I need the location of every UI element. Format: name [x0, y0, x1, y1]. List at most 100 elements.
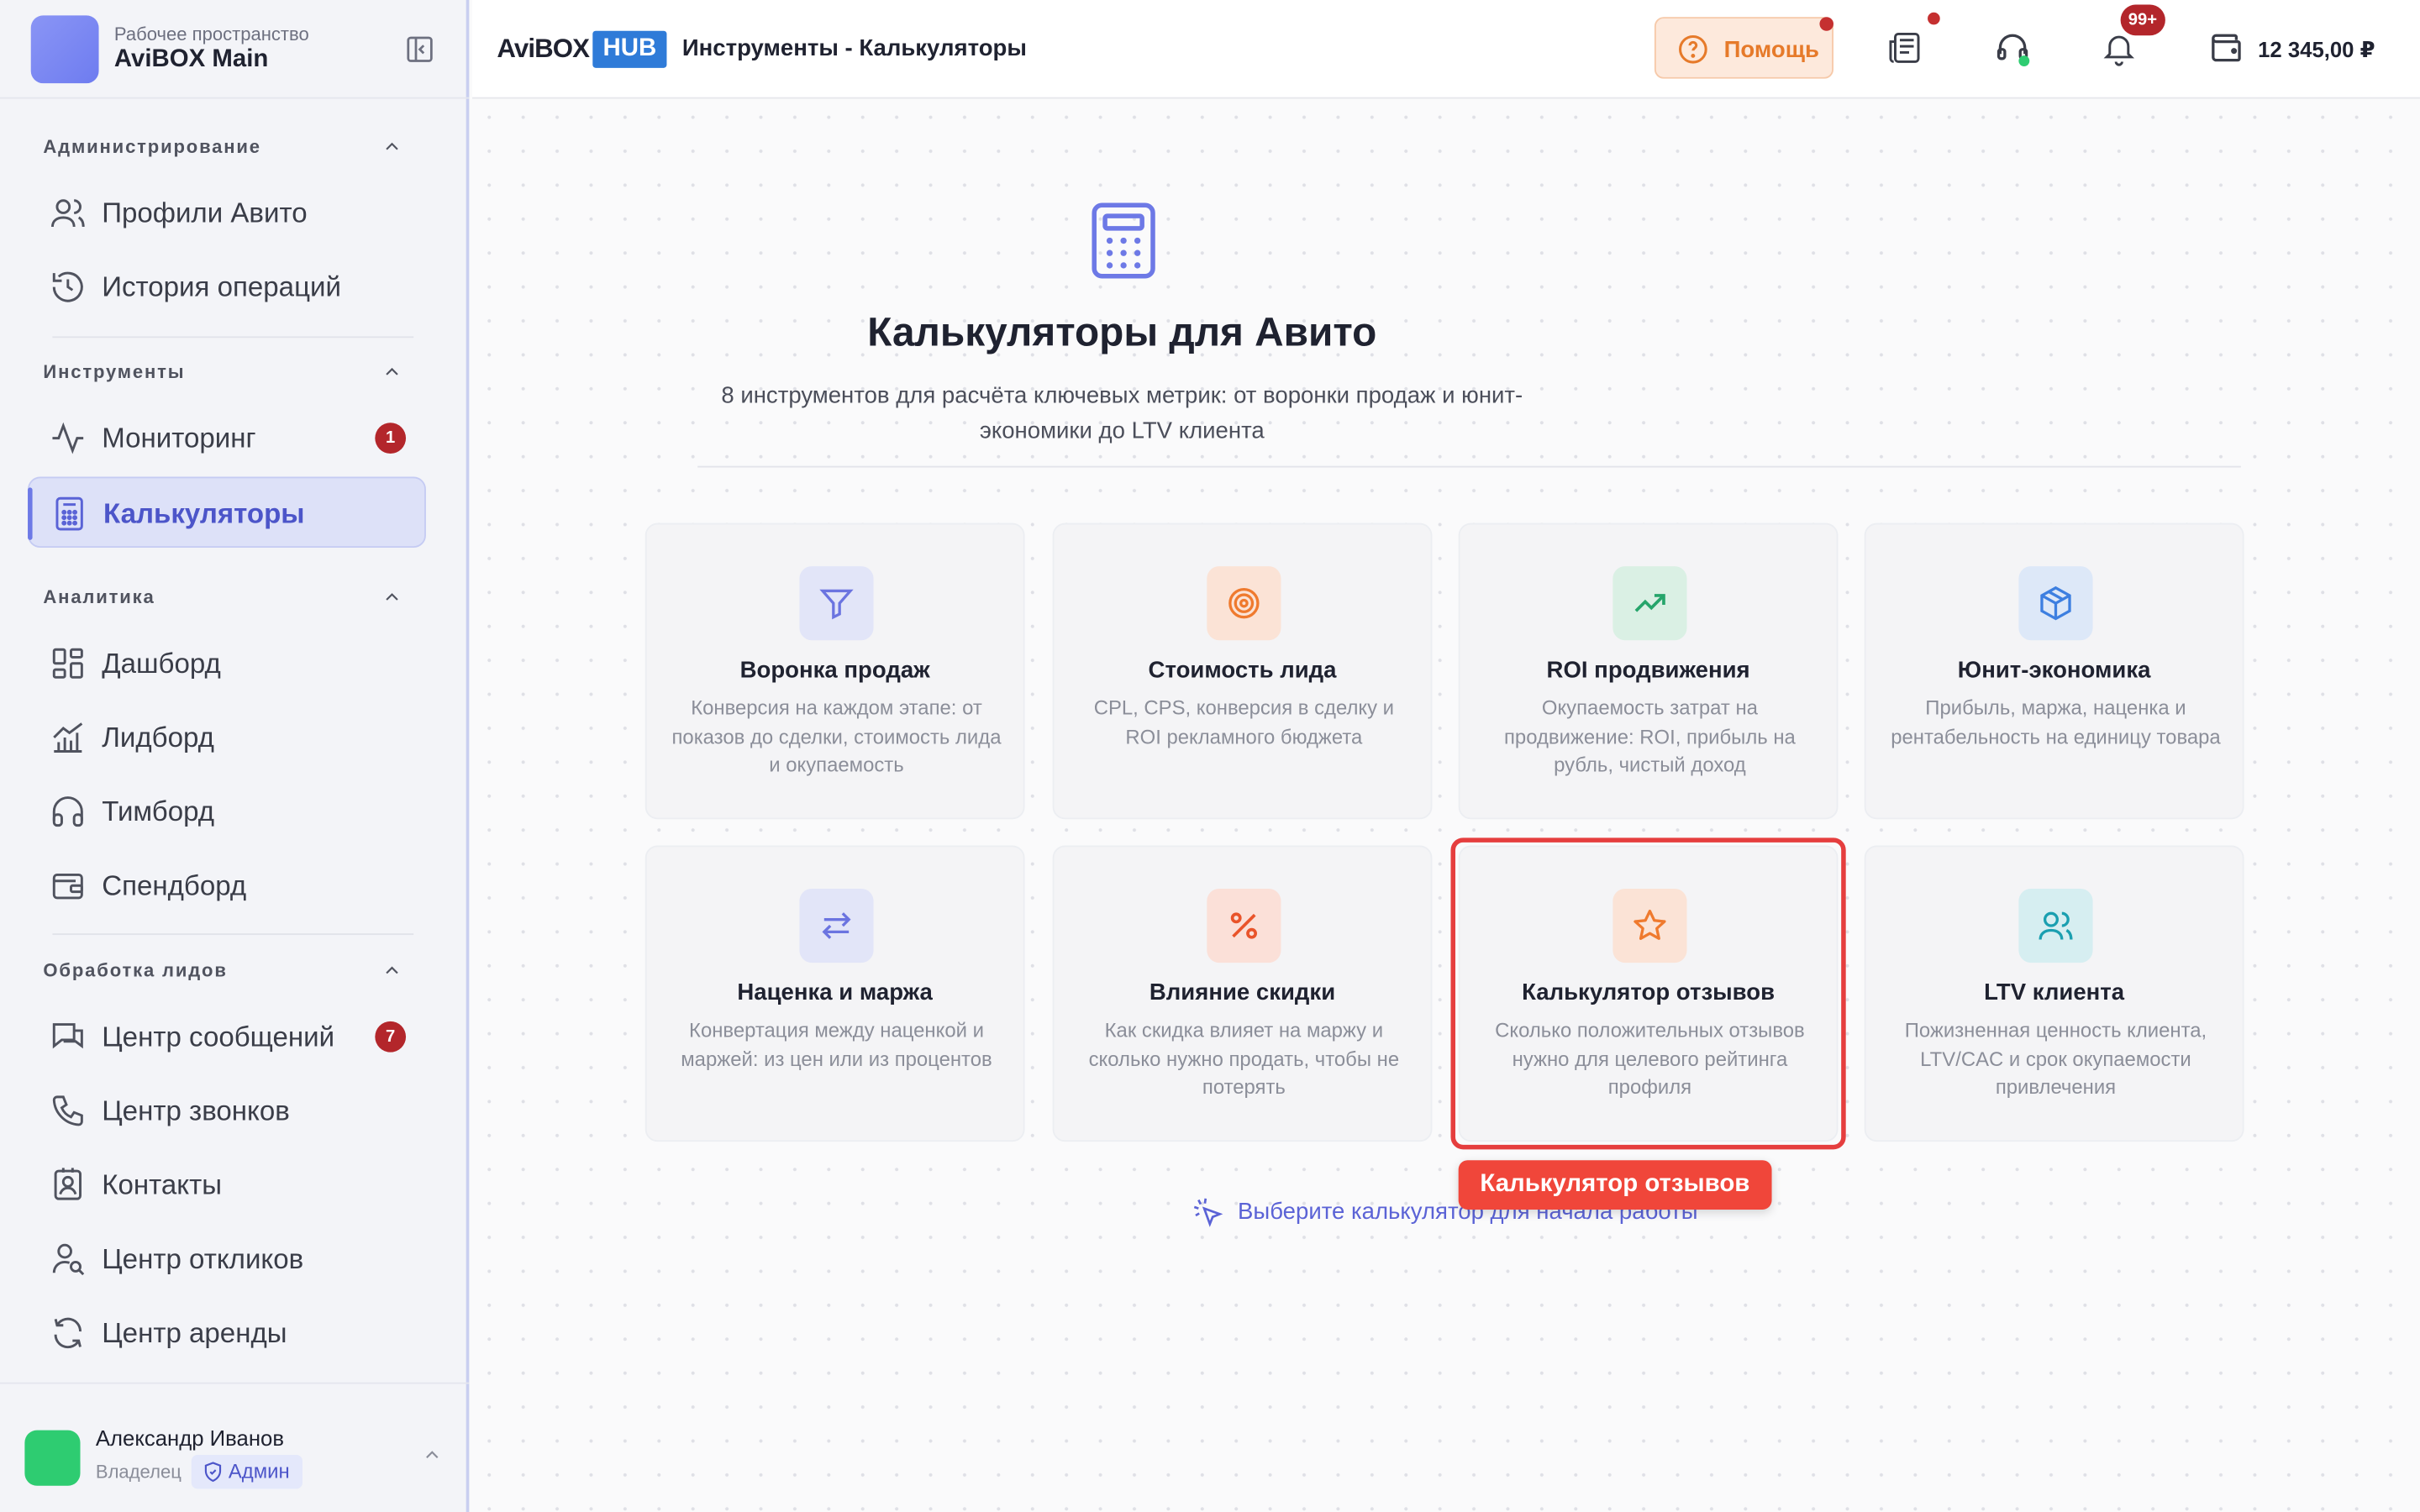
divider	[697, 465, 2241, 468]
sidebar-item-dashboard[interactable]: Дашборд	[28, 628, 426, 699]
user-menu[interactable]: Александр Иванов Владелец Админ	[0, 1382, 470, 1512]
sidebar-item-leadboard[interactable]: Лидборд	[28, 702, 426, 773]
sidebar-item-label: Центр звонков	[102, 1095, 290, 1126]
section-title-tools: Инструменты	[43, 360, 186, 383]
card-description: Как скидка влияет на маржу и сколько нуж…	[1088, 1018, 1400, 1099]
card-description: Окупаемость затрат на продвижение: ROI, …	[1504, 696, 1796, 776]
card-title: Стоимость лида	[1148, 657, 1337, 684]
balance[interactable]: 12 345,00 ₽	[2258, 37, 2375, 63]
chevron-up-icon[interactable]	[381, 361, 403, 383]
notification-badge: 1	[375, 423, 407, 454]
card-description: CPL, CPS, конверсия в сделку и ROI рекла…	[1093, 696, 1395, 748]
question-icon	[1679, 34, 1707, 64]
card-icon-wrapper	[1207, 566, 1281, 641]
top-header: AviBOX HUB Инструменты - Калькуляторы По…	[472, 0, 2420, 99]
sidebar-item-responses[interactable]: Центр откликов	[28, 1224, 426, 1294]
workspace-name: AviBOX Main	[113, 46, 269, 73]
online-dot	[2018, 55, 2030, 66]
sidebar-item-label: Дашборд	[102, 648, 221, 680]
sidebar-item-messages[interactable]: Центр сообщений 7	[28, 1001, 426, 1072]
sidebar-item-label: Центр откликов	[102, 1243, 304, 1275]
calculator-card-unit-economics[interactable]: Юнит-экономика Прибыль, маржа, наценка и…	[1864, 522, 2244, 820]
sidebar-item-calculators[interactable]: Калькуляторы	[28, 476, 426, 549]
phone-icon	[52, 1095, 83, 1126]
sidebar-item-label: Центр сообщений	[102, 1021, 335, 1053]
sidebar-item-monitoring[interactable]: Мониторинг 1	[28, 402, 426, 473]
sidebar-item-label: Лидборд	[102, 722, 214, 753]
sidebar-item-spendboard[interactable]: Спендборд	[28, 850, 426, 921]
breadcrumb: Инструменты - Калькуляторы	[681, 35, 1027, 62]
role-badge-label: Админ	[228, 1459, 290, 1483]
trending-up-icon	[1634, 594, 1665, 612]
card-description: Пожизненная ценность клиента, LTV/CAC и …	[1904, 1018, 2207, 1099]
users-icon	[50, 199, 85, 228]
focus-highlight	[1450, 837, 1846, 1150]
avatar	[24, 1430, 81, 1486]
sidebar-item-contacts[interactable]: Контакты	[28, 1149, 426, 1220]
messages-icon	[52, 1023, 83, 1049]
sidebar-item-label: Тимборд	[102, 795, 215, 827]
notifications-badge: 99+	[2120, 4, 2165, 36]
calculator-card-roi[interactable]: ROI продвижения Окупаемость затрат на пр…	[1458, 522, 1839, 820]
sidebar-item-label: Контакты	[102, 1169, 223, 1200]
notification-dot	[1819, 17, 1833, 31]
sidebar-item-operation-history[interactable]: История операций	[28, 251, 426, 322]
filter-icon	[819, 589, 854, 620]
wallet-icon[interactable]	[2208, 29, 2245, 66]
card-description: Конверсия на каждом этапе: от показов до…	[671, 696, 1002, 776]
card-icon-wrapper	[799, 888, 874, 963]
sidebar-collapse-icon[interactable]	[404, 34, 435, 65]
user-name: Александр Иванов	[95, 1425, 285, 1451]
sidebar-item-label: Мониторинг	[102, 423, 256, 454]
workspace-switcher[interactable]: Рабочее пространство AviBOX Main	[0, 0, 470, 99]
sidebar-item-label: Спендборд	[102, 869, 247, 901]
logo-text: AviBOX	[497, 34, 590, 64]
refresh-icon	[54, 1317, 82, 1349]
role-badge: Админ	[191, 1455, 302, 1489]
help-button[interactable]: Помощь	[1654, 17, 1833, 79]
card-title: Влияние скидки	[1149, 979, 1336, 1006]
cursor-click-icon	[1193, 1198, 1223, 1227]
chevron-up-icon[interactable]	[381, 959, 403, 981]
divider	[52, 336, 414, 339]
chevron-up-icon[interactable]	[421, 1444, 443, 1466]
workspace-subtitle: Рабочее пространство	[113, 23, 309, 45]
sidebar-item-rental[interactable]: Центр аренды	[28, 1298, 426, 1368]
workspace-logo	[30, 15, 99, 84]
sidebar-item-label: Профили Авито	[102, 197, 308, 228]
user-search-icon	[52, 1243, 85, 1276]
shield-icon	[204, 1462, 222, 1483]
help-label: Помощь	[1723, 37, 1819, 64]
logo-badge: HUB	[592, 30, 667, 68]
card-icon-wrapper	[1207, 888, 1281, 963]
arrows-icon	[822, 912, 851, 939]
history-icon	[52, 271, 83, 302]
calculator-card-discount[interactable]: Влияние скидки Как скидка влияет на марж…	[1052, 845, 1433, 1142]
sidebar-item-label: Калькуляторы	[103, 498, 305, 529]
calculator-card-sales-funnel[interactable]: Воронка продаж Конверсия на каждом этапе…	[644, 522, 1025, 820]
target-icon	[1228, 587, 1260, 619]
news-icon[interactable]	[1886, 29, 1923, 66]
notification-badge: 7	[375, 1021, 407, 1053]
sidebar-item-avito-profiles[interactable]: Профили Авито	[28, 177, 426, 248]
sidebar-item-label: История операций	[102, 271, 341, 302]
tooltip: Калькулятор отзывов	[1458, 1160, 1772, 1210]
calculator-card-markup-margin[interactable]: Наценка и маржа Конвертация между наценк…	[644, 845, 1025, 1142]
calculator-card-lead-cost[interactable]: Стоимость лида CPL, CPS, конверсия в сде…	[1052, 522, 1433, 820]
chevron-up-icon[interactable]	[381, 586, 403, 608]
section-title-admin: Администрирование	[43, 135, 261, 158]
users-icon	[2039, 911, 2073, 940]
page-subtitle: 8 инструментов для расчёта ключевых метр…	[721, 382, 1523, 444]
percent-icon	[1230, 912, 1257, 939]
card-icon-wrapper	[2018, 888, 2093, 963]
card-title: Юнит-экономика	[1957, 657, 2151, 684]
chevron-up-icon[interactable]	[381, 136, 403, 158]
box-icon	[2040, 585, 2071, 621]
sidebar-item-teamboard[interactable]: Тимборд	[28, 776, 426, 847]
main-content: Калькуляторы для Авито 8 инструментов дл…	[472, 100, 2420, 1512]
card-description: Конвертация между наценкой и маржей: из …	[681, 1018, 992, 1070]
activity-icon	[52, 422, 84, 454]
card-title: Воронка продаж	[739, 657, 930, 684]
sidebar-item-calls[interactable]: Центр звонков	[28, 1075, 426, 1146]
calculator-card-ltv[interactable]: LTV клиента Пожизненная ценность клиента…	[1864, 845, 2244, 1142]
